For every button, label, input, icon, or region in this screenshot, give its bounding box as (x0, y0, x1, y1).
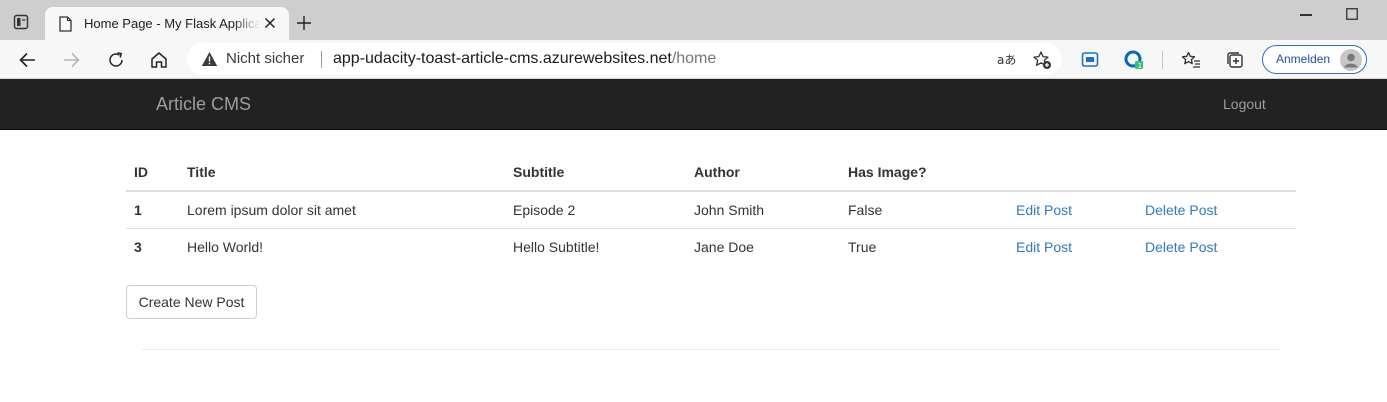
add-favorite-icon[interactable] (1032, 50, 1052, 70)
post-has-image: True (840, 227, 1008, 265)
post-subtitle: Hello Subtitle! (505, 227, 686, 265)
back-icon[interactable] (18, 50, 38, 70)
close-icon[interactable] (264, 17, 276, 29)
column-header-id: ID (126, 153, 179, 192)
create-new-post-button[interactable]: Create New Post (126, 285, 257, 319)
favorites-icon[interactable] (1181, 50, 1201, 70)
security-status[interactable]: Nicht sicher (226, 50, 304, 67)
page-favicon (59, 16, 72, 32)
column-header-has-image: Has Image? (840, 153, 1008, 192)
column-header-title: Title (179, 153, 505, 192)
browser-toolbar: Nicht sicher app-udacity-toast-article-c… (0, 40, 1387, 79)
edit-post-cell: Edit Post (1008, 191, 1137, 228)
site-navbar: Article CMS Logout (0, 79, 1387, 130)
column-header-delete (1137, 153, 1296, 192)
warning-icon[interactable] (201, 51, 218, 67)
post-id: 3 (126, 227, 179, 265)
column-header-edit (1008, 153, 1137, 192)
signin-label: Anmelden (1276, 52, 1331, 66)
browser-tab-active[interactable]: Home Page - My Flask Application (45, 7, 289, 40)
address-separator (321, 51, 322, 68)
delete-post-link[interactable]: Delete Post (1145, 202, 1217, 218)
url-text[interactable]: app-udacity-toast-article-cms.azurewebsi… (333, 50, 716, 68)
edit-post-link[interactable]: Edit Post (1016, 202, 1072, 218)
minimize-icon[interactable] (1300, 14, 1312, 16)
address-bar[interactable]: Nicht sicher app-udacity-toast-article-c… (187, 43, 1062, 75)
table-header-row: ID Title Subtitle Author Has Image? (126, 153, 1296, 192)
collections-icon[interactable] (1225, 50, 1245, 70)
post-id: 1 (134, 201, 142, 218)
delete-post-cell: Delete Post (1137, 227, 1296, 265)
brand-link[interactable]: Article CMS (156, 94, 251, 115)
toolbar-separator (1162, 51, 1163, 69)
url-path: /home (671, 50, 717, 67)
tab-title: Home Page - My Flask Application (84, 16, 260, 31)
delete-post-link[interactable]: Delete Post (1145, 239, 1217, 255)
posts-table: ID Title Subtitle Author Has Image? 1 Lo… (126, 153, 1296, 265)
new-tab-icon[interactable] (296, 15, 312, 31)
logout-link[interactable]: Logout (1223, 96, 1266, 112)
browser-tab-strip: Home Page - My Flask Application (0, 0, 1387, 40)
maximize-icon[interactable] (1346, 8, 1358, 20)
url-host: app-udacity-toast-article-cms.azurewebsi… (333, 50, 672, 67)
home-icon[interactable] (149, 50, 169, 70)
read-aloud-icon[interactable]: aあ (996, 50, 1016, 70)
column-header-subtitle: Subtitle (505, 153, 686, 192)
footer-divider (141, 349, 1281, 350)
post-author: John Smith (694, 201, 765, 218)
extension-icon[interactable]: 1 (1124, 50, 1144, 70)
browser-essentials-icon[interactable] (1080, 50, 1100, 70)
table-row: 3 Hello World! Hello Subtitle! Jane Doe … (126, 227, 1296, 265)
delete-post-cell: Delete Post (1137, 191, 1296, 228)
post-title: Lorem ipsum dolor sit amet (187, 201, 356, 218)
svg-text:1: 1 (1138, 62, 1142, 70)
edit-post-cell: Edit Post (1008, 227, 1137, 265)
svg-text:aあ: aあ (997, 53, 1016, 67)
refresh-icon[interactable] (106, 50, 126, 70)
post-subtitle: Episode 2 (513, 201, 576, 218)
avatar (1340, 49, 1362, 71)
column-header-author: Author (686, 153, 840, 192)
post-has-image: False (848, 201, 883, 218)
tab-actions-icon[interactable] (13, 14, 29, 30)
table-row: 1 Lorem ipsum dolor sit amet Episode 2 J… (126, 191, 1296, 228)
post-author: Jane Doe (686, 227, 840, 265)
post-title: Hello World! (179, 227, 505, 265)
signin-button[interactable]: Anmelden (1262, 45, 1367, 74)
forward-icon (64, 52, 80, 68)
edit-post-link[interactable]: Edit Post (1016, 239, 1072, 255)
